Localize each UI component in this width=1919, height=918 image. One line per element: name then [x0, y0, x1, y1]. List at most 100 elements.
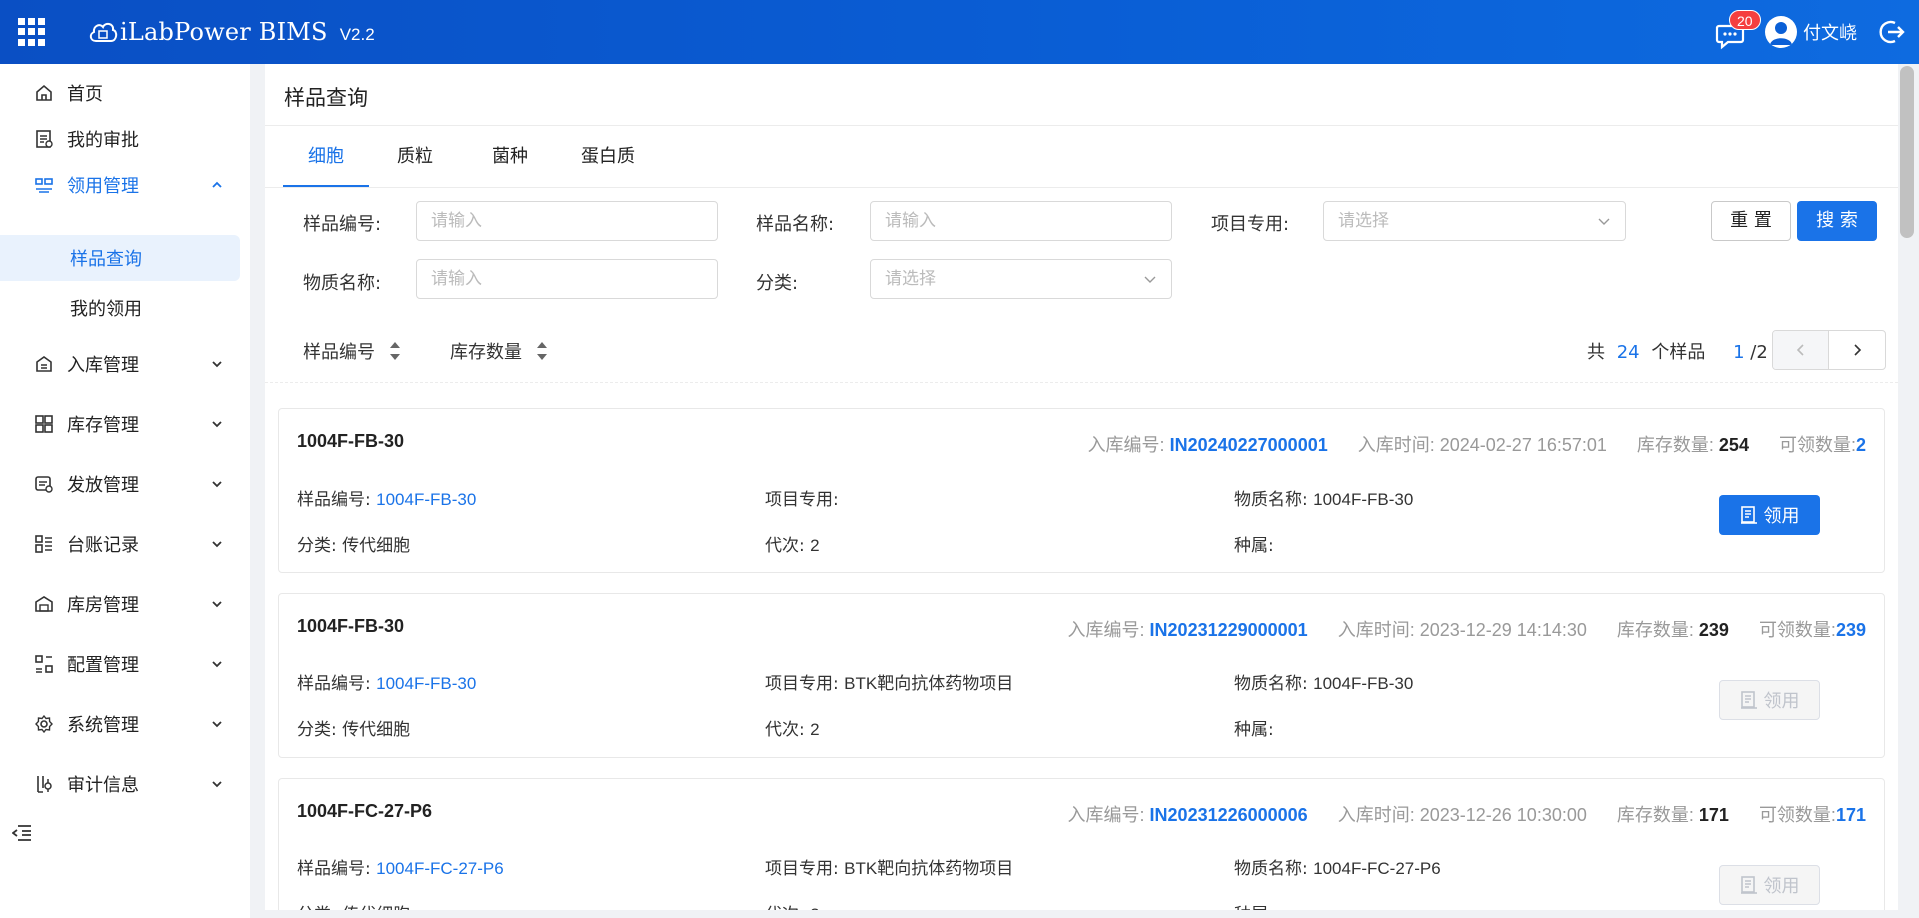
- scrollbar-thumb[interactable]: [1900, 66, 1914, 238]
- user-name: 付文峣: [1803, 23, 1857, 44]
- avatar: [1765, 16, 1797, 48]
- substance-name-input[interactable]: [416, 259, 718, 299]
- inbound-no-label: 入库编号:: [1067, 805, 1150, 825]
- app-grid-icon[interactable]: [18, 18, 46, 46]
- project-select[interactable]: 请选择: [1323, 201, 1626, 241]
- sort-by-stock[interactable]: 库存数量: [450, 338, 548, 364]
- chevron-down-icon: [212, 541, 222, 548]
- stock-qty-label: 库存数量:: [1636, 435, 1719, 455]
- inbound-time-label: 入库时间:: [1357, 435, 1440, 455]
- messages-button[interactable]: 20: [1715, 10, 1761, 50]
- logo: iLabPower BIMS V2.2: [88, 14, 375, 50]
- prev-page-button[interactable]: [1773, 331, 1830, 369]
- sidebar-item-ledger[interactable]: 台账记录: [0, 521, 240, 567]
- category-select[interactable]: 请选择: [870, 259, 1172, 299]
- logout-icon[interactable]: [1877, 18, 1905, 46]
- dispatch-icon: [35, 476, 53, 493]
- next-page-button[interactable]: [1829, 331, 1885, 369]
- sidebar-item-audit[interactable]: 审计信息: [0, 761, 240, 807]
- field-label: 物质名称:: [1234, 859, 1314, 879]
- sample-code-link[interactable]: 1004F-FC-27-P6: [376, 859, 504, 878]
- sample-name-input[interactable]: [870, 201, 1172, 241]
- substance-name-label: 物质名称:: [303, 273, 382, 294]
- inbound-no[interactable]: IN20231229000001: [1150, 620, 1308, 640]
- sort-by-code[interactable]: 样品编号: [303, 338, 401, 364]
- requisition-button[interactable]: 领用: [1719, 495, 1820, 535]
- project-select-placeholder: 请选择: [1338, 211, 1389, 231]
- collapse-sidebar-icon[interactable]: [12, 824, 32, 842]
- card-meta: 入库编号: IN20231226000006 入库时间: 2023-12-26 …: [1038, 801, 1866, 827]
- inbound-no[interactable]: IN20231226000006: [1150, 805, 1308, 825]
- sidebar-item-dispatch[interactable]: 发放管理: [0, 461, 240, 507]
- requisition-icon: [35, 178, 53, 193]
- available-qty-label: 可领数量:: [1758, 805, 1836, 825]
- requisition-icon: [1740, 876, 1757, 894]
- field-sample-code: 样品编号: 1004F-FC-27-P6: [297, 854, 504, 879]
- sidebar-subitem-sample-query[interactable]: 样品查询: [0, 235, 240, 281]
- tab-strain[interactable]: 菌种: [480, 126, 540, 188]
- sidebar-item-label: 入库管理: [67, 355, 139, 376]
- sidebar-item-requisition[interactable]: 领用管理: [0, 162, 240, 208]
- inbound-time: 2024-02-27 16:57:01: [1439, 435, 1607, 455]
- user-icon: [1770, 22, 1792, 45]
- sample-name-label: 样品名称:: [756, 214, 835, 235]
- chevron-down-icon: [1598, 218, 1610, 225]
- tab-protein[interactable]: 蛋白质: [568, 126, 648, 188]
- sample-card: 1004F-FC-27-P6 入库编号: IN20231226000006 入库…: [278, 778, 1885, 914]
- field-label: 项目专用:: [765, 674, 845, 694]
- stock-qty: 171: [1698, 805, 1729, 825]
- inbound-no-label: 入库编号:: [1087, 435, 1170, 455]
- sidebar-item-config[interactable]: 配置管理: [0, 641, 240, 687]
- chevron-down-icon: [212, 781, 222, 788]
- requisition-button[interactable]: 领用: [1719, 680, 1820, 720]
- sample-code-input[interactable]: [416, 201, 718, 241]
- tab-cell[interactable]: 细胞: [283, 126, 369, 188]
- sidebar-item-home[interactable]: 首页: [0, 70, 240, 116]
- sidebar-item-label: 领用管理: [67, 176, 139, 197]
- sidebar-item-label: 库存管理: [67, 415, 139, 436]
- available-qty: 171: [1835, 805, 1866, 825]
- field-label: 分类:: [297, 720, 343, 740]
- sidebar-item-inventory[interactable]: 库存管理: [0, 401, 240, 447]
- sample-code-link[interactable]: 1004F-FB-30: [376, 674, 476, 693]
- pager-suffix: 个样品: [1651, 342, 1706, 363]
- sidebar-item-system[interactable]: 系统管理: [0, 701, 240, 747]
- sidebar-item-label: 配置管理: [67, 655, 139, 676]
- sidebar-subitem-label: 样品查询: [70, 249, 142, 270]
- chevron-down-icon: [212, 421, 222, 428]
- logo-text: iLabPower BIMS: [120, 18, 328, 46]
- requisition-button[interactable]: 领用: [1719, 865, 1820, 905]
- field-genus: 种属:: [1234, 531, 1274, 556]
- tab-plasmid[interactable]: 质粒: [385, 126, 445, 188]
- field-value: 1004F-FB-30: [1313, 674, 1414, 693]
- reset-button[interactable]: 重 置: [1711, 201, 1791, 241]
- search-button[interactable]: 搜 索: [1797, 201, 1877, 241]
- inbound-time: 2023-12-26 10:30:00: [1419, 805, 1587, 825]
- chevron-left-icon: [1796, 344, 1804, 356]
- inbound-no[interactable]: IN20240227000001: [1170, 435, 1328, 455]
- sidebar-item-label: 系统管理: [67, 715, 139, 736]
- sidebar-item-label: 审计信息: [67, 775, 139, 796]
- field-label: 代次:: [765, 536, 811, 556]
- field-label: 样品编号:: [297, 859, 377, 879]
- inbound-icon: [36, 356, 52, 372]
- sidebar-item-label: 台账记录: [67, 535, 139, 556]
- total-pages: /2: [1750, 342, 1768, 363]
- message-count-badge: 20: [1729, 10, 1761, 30]
- sidebar-item-warehouse[interactable]: 库房管理: [0, 581, 240, 627]
- chevron-down-icon: [212, 601, 222, 608]
- field-substance-name: 物质名称: 1004F-FC-27-P6: [1234, 854, 1441, 879]
- user-menu[interactable]: 付文峣: [1765, 16, 1857, 48]
- sidebar-item-inbound[interactable]: 入库管理: [0, 341, 240, 387]
- sample-card: 1004F-FB-30 入库编号: IN20231229000001 入库时间:…: [278, 593, 1885, 758]
- field-label: 项目专用:: [765, 859, 845, 879]
- requisition-button-label: 领用: [1763, 876, 1800, 897]
- sample-code-link[interactable]: 1004F-FB-30: [376, 490, 476, 509]
- sidebar-subitem-my-requisition[interactable]: 我的领用: [0, 285, 240, 331]
- inbound-time-label: 入库时间:: [1337, 620, 1420, 640]
- field-substance-name: 物质名称: 1004F-FB-30: [1234, 669, 1413, 694]
- field-project: 项目专用: BTK靶向抗体药物项目: [765, 669, 1013, 694]
- sidebar-item-approval[interactable]: 我的审批: [0, 116, 240, 162]
- field-label: 分类:: [297, 536, 343, 556]
- approval-icon: [36, 130, 53, 148]
